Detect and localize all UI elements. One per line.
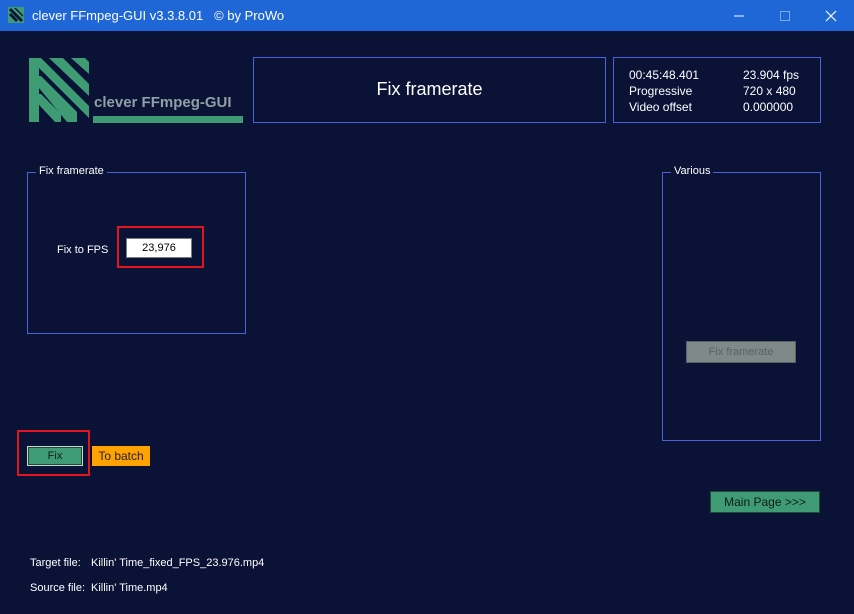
to-batch-button[interactable]: To batch (92, 446, 150, 466)
various-fix-framerate-button[interactable]: Fix framerate (686, 341, 796, 363)
title-bar[interactable]: clever FFmpeg-GUI v3.3.8.01 © by ProWo (0, 0, 854, 31)
target-file-label: Target file: (30, 557, 81, 569)
minimize-button[interactable] (716, 0, 762, 31)
window-title: clever FFmpeg-GUI v3.3.8.01 © by ProWo (32, 8, 285, 23)
fix-to-fps-label: Fix to FPS (57, 244, 109, 256)
source-file-value: Killin' Time.mp4 (91, 582, 168, 594)
page-header-panel: Fix framerate (253, 57, 606, 123)
source-file-label: Source file: (30, 582, 86, 594)
app-logo (27, 56, 245, 126)
fps-text: 23.904 fps (743, 68, 800, 82)
maximize-icon (780, 11, 790, 21)
fix-framerate-legend: Fix framerate (36, 165, 107, 177)
video-offset-label: Video offset (629, 100, 692, 114)
target-file-value: Killin' Time_fixed_FPS_23.976.mp4 (91, 557, 265, 569)
logo-text: clever FFmpeg-GUI (94, 94, 232, 111)
video-offset-value: 0.000000 (743, 100, 794, 114)
media-info-panel: 00:45:48.401 23.904 fps Progressive 720 … (613, 57, 821, 123)
page-title: Fix framerate (376, 79, 483, 99)
duration-text: 00:45:48.401 (629, 68, 700, 82)
fps-input-highlight (117, 226, 204, 268)
minimize-icon (734, 15, 744, 17)
scan-type-text: Progressive (629, 84, 693, 98)
app-icon (8, 7, 24, 23)
close-icon (825, 10, 837, 22)
main-page-button[interactable]: Main Page >>> (710, 491, 820, 513)
close-button[interactable] (808, 0, 854, 31)
resolution-text: 720 x 480 (743, 84, 796, 98)
fix-button-highlight (17, 430, 90, 476)
ffmpeg-logo-icon (29, 58, 243, 123)
various-group: Various (662, 165, 821, 441)
maximize-button[interactable] (762, 0, 808, 31)
various-legend: Various (671, 165, 714, 177)
